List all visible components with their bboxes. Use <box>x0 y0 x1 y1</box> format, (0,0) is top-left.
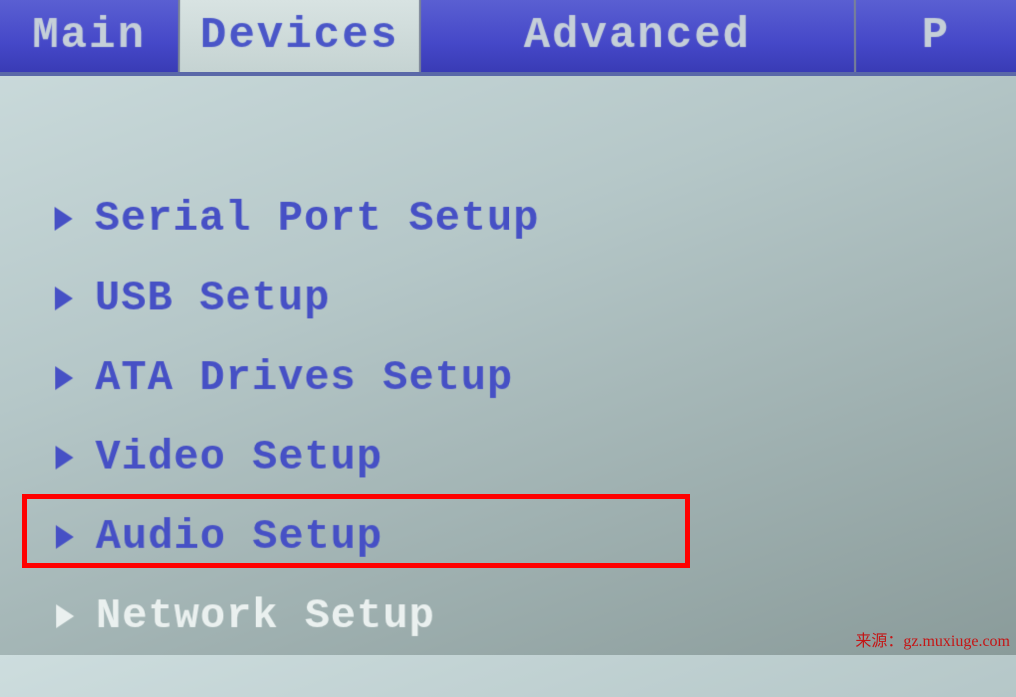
tab-advanced[interactable]: Advanced <box>421 0 856 72</box>
bios-menu-content: Serial Port Setup USB Setup ATA Drives S… <box>0 76 1016 697</box>
menu-item-ata-drives-setup[interactable]: ATA Drives Setup <box>31 350 985 406</box>
menu-item-label: Network Setup <box>96 592 435 640</box>
menu-item-label: Serial Port Setup <box>94 195 539 243</box>
submenu-arrow-icon <box>55 446 73 470</box>
submenu-arrow-icon <box>56 604 74 628</box>
menu-item-label: ATA Drives Setup <box>95 354 513 402</box>
submenu-arrow-icon <box>55 366 73 390</box>
tab-bar: Main Devices Advanced P <box>0 0 1016 72</box>
menu-item-usb-setup[interactable]: USB Setup <box>31 271 985 327</box>
menu-item-audio-setup[interactable]: Audio Setup <box>32 509 984 565</box>
menu-item-video-setup[interactable]: Video Setup <box>31 430 984 486</box>
tab-main[interactable]: Main <box>0 0 180 72</box>
submenu-arrow-icon <box>55 287 73 311</box>
menu-item-network-setup[interactable]: Network Setup <box>32 589 984 644</box>
tab-partial[interactable]: P <box>856 0 1016 72</box>
tab-devices[interactable]: Devices <box>180 0 421 72</box>
submenu-arrow-icon <box>56 525 74 549</box>
menu-item-label: Video Setup <box>95 434 382 482</box>
watermark-text: 来源：gz.muxiuge.com <box>855 627 1010 651</box>
submenu-arrow-icon <box>55 207 73 231</box>
menu-item-label: Audio Setup <box>96 513 383 561</box>
menu-item-serial-port-setup[interactable]: Serial Port Setup <box>30 191 985 247</box>
menu-item-label: USB Setup <box>95 275 331 323</box>
